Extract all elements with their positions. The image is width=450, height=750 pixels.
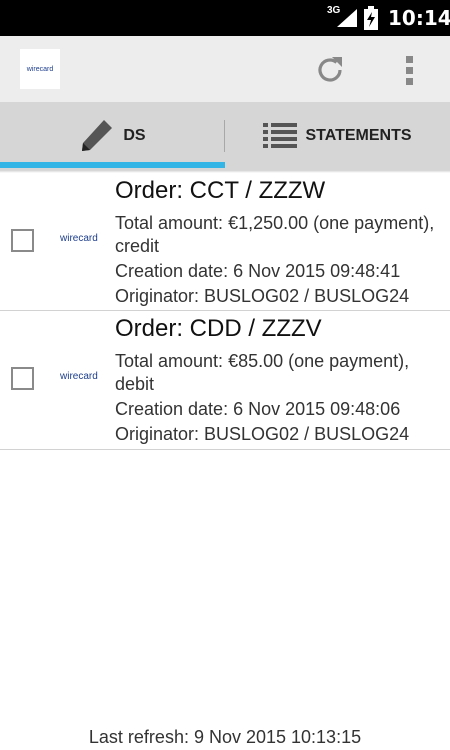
order-amount: Total amount: €1,250.00 (one payment), c…: [115, 213, 435, 256]
order-creation-date: Creation date: 6 Nov 2015 09:48:41: [115, 261, 401, 281]
tab-statements-label: STATEMENTS: [305, 127, 412, 144]
tab-statements[interactable]: STATEMENTS: [225, 102, 450, 170]
list-item[interactable]: wirecard Order: CCT / ZZZW Total amount:…: [0, 173, 450, 311]
tab-bar: DS STATEMENTS: [0, 102, 450, 170]
order-title: Order: CDD / ZZZV: [115, 315, 322, 342]
order-details: Order: CDD / ZZZV Total amount: €85.00 (…: [115, 313, 445, 446]
signal-icon: [337, 9, 357, 27]
status-bar: 3G 10:14: [0, 0, 450, 36]
overflow-menu-icon[interactable]: [398, 52, 422, 88]
tab-ds-label: DS: [123, 127, 146, 144]
last-refresh-text: Last refresh: 9 Nov 2015 10:13:15: [88, 727, 362, 747]
order-originator: Originator: BUSLOG02 / BUSLOG24: [115, 286, 410, 306]
clock: 10:14: [388, 6, 450, 30]
pencil-icon: [82, 120, 113, 151]
battery-charging-icon: [364, 6, 378, 30]
selected-tab-indicator: [0, 162, 225, 168]
order-creation-date: Creation date: 6 Nov 2015 09:48:06: [115, 399, 401, 419]
list-icon: [263, 123, 298, 148]
order-details: Order: CCT / ZZZW Total amount: €1,250.0…: [115, 175, 445, 308]
order-logo: wirecard: [60, 233, 98, 244]
order-logo: wirecard: [60, 371, 98, 382]
action-bar: wirecard: [0, 36, 450, 102]
app-logo-text: wirecard: [26, 65, 54, 73]
order-checkbox[interactable]: [11, 229, 34, 252]
order-originator: Originator: BUSLOG02 / BUSLOG24: [115, 424, 410, 444]
refresh-icon[interactable]: [312, 52, 348, 88]
order-title: Order: CCT / ZZZW: [115, 177, 326, 204]
app-logo[interactable]: wirecard: [20, 49, 60, 89]
tab-ds[interactable]: DS: [0, 102, 225, 170]
order-amount: Total amount: €85.00 (one payment), debi…: [115, 351, 410, 394]
order-checkbox[interactable]: [11, 367, 34, 390]
list-item[interactable]: wirecard Order: CDD / ZZZV Total amount:…: [0, 311, 450, 450]
orders-list: wirecard Order: CCT / ZZZW Total amount:…: [0, 173, 450, 450]
